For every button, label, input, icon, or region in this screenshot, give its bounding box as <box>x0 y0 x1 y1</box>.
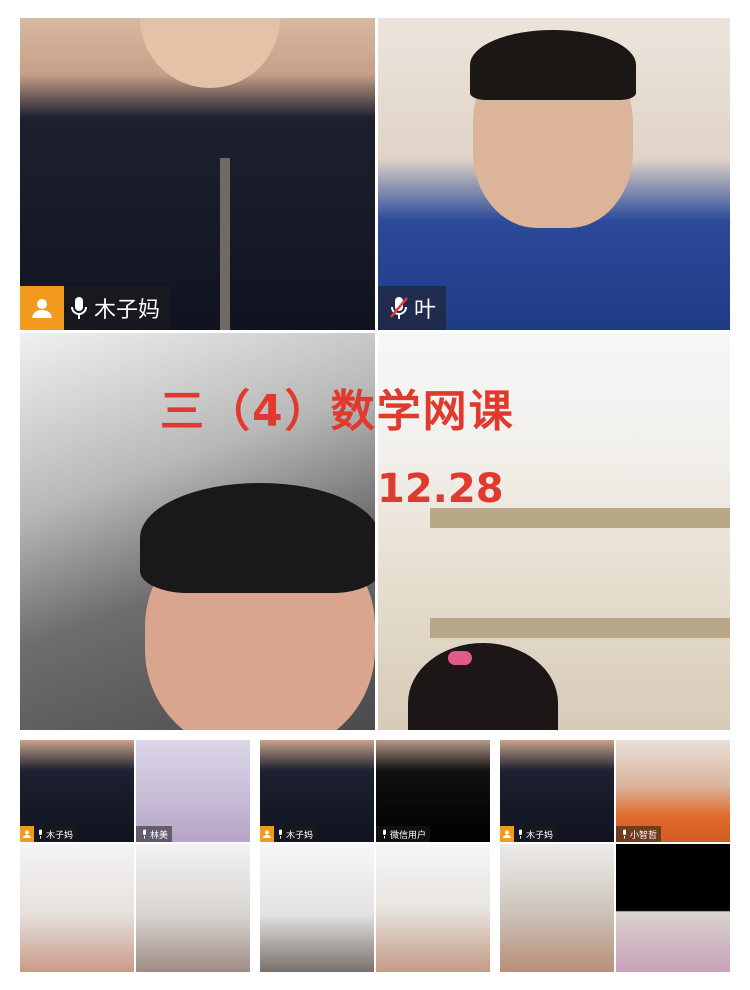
thumb-tile[interactable]: 木子妈 <box>260 740 374 842</box>
thumb-tile[interactable]: 微信用户 <box>376 740 490 842</box>
thumb-tile[interactable] <box>376 844 490 972</box>
hair <box>140 483 375 593</box>
person-icon <box>20 826 34 842</box>
microphone-muted-icon <box>384 286 414 330</box>
participant-name: 林美 <box>150 830 169 841</box>
participant-label: 小智哲 <box>616 826 662 842</box>
participant-video <box>140 18 280 88</box>
thumb-tile[interactable]: 小智哲 <box>616 740 730 842</box>
thumb-tile[interactable]: 林美 <box>136 740 250 842</box>
thumb-tile[interactable] <box>500 844 614 972</box>
participant-name: 木子妈 <box>94 298 161 323</box>
thumb-tile[interactable] <box>20 844 134 972</box>
participant-name: 木子妈 <box>526 830 554 841</box>
participant-label: 木子妈 <box>20 826 78 842</box>
participant-name: 木子妈 <box>286 830 314 841</box>
participant-name: 叶 <box>414 298 437 323</box>
person-icon <box>260 826 274 842</box>
participant-label: 木子妈 <box>500 826 558 842</box>
video-tile-ye[interactable]: 叶 <box>378 18 730 330</box>
thumb-tile[interactable]: 木子妈 <box>500 740 614 842</box>
thumbnail-group-2: 木子妈 微信用户 <box>260 740 490 972</box>
thumb-tile[interactable] <box>136 844 250 972</box>
person-icon <box>500 826 514 842</box>
jacket-zipper <box>220 158 230 330</box>
microphone-icon <box>378 826 390 842</box>
curtain-stripe <box>430 618 730 638</box>
class-title-overlay: 三（4）数学网课 <box>160 386 515 437</box>
video-tile-muzima[interactable]: 木子妈 <box>20 18 375 330</box>
thumb-tile[interactable]: 木子妈 <box>20 740 134 842</box>
thumb-tile[interactable] <box>260 844 374 972</box>
thumbnail-group-3: 木子妈 小智哲 <box>500 740 730 972</box>
participant-label: 叶 <box>378 286 447 330</box>
participant-video <box>408 643 558 730</box>
microphone-icon <box>274 826 286 842</box>
participant-label: 木子妈 <box>20 286 171 330</box>
class-date-overlay: 12.28 <box>377 466 504 512</box>
thumb-tile[interactable] <box>616 844 730 972</box>
person-icon <box>20 286 64 330</box>
microphone-icon <box>34 826 46 842</box>
participant-label: 林美 <box>136 826 173 842</box>
microphone-icon <box>514 826 526 842</box>
thumbnail-group-1: 木子妈 林美 <box>20 740 250 972</box>
hair <box>470 30 636 100</box>
participant-label: 木子妈 <box>260 826 318 842</box>
microphone-icon <box>138 826 150 842</box>
participant-label: 微信用户 <box>376 826 431 842</box>
microphone-icon <box>64 286 94 330</box>
participant-name: 木子妈 <box>46 830 74 841</box>
microphone-icon <box>618 826 630 842</box>
participant-name: 微信用户 <box>390 830 427 841</box>
participant-name: 小智哲 <box>630 830 658 841</box>
hair-clip <box>448 651 472 665</box>
